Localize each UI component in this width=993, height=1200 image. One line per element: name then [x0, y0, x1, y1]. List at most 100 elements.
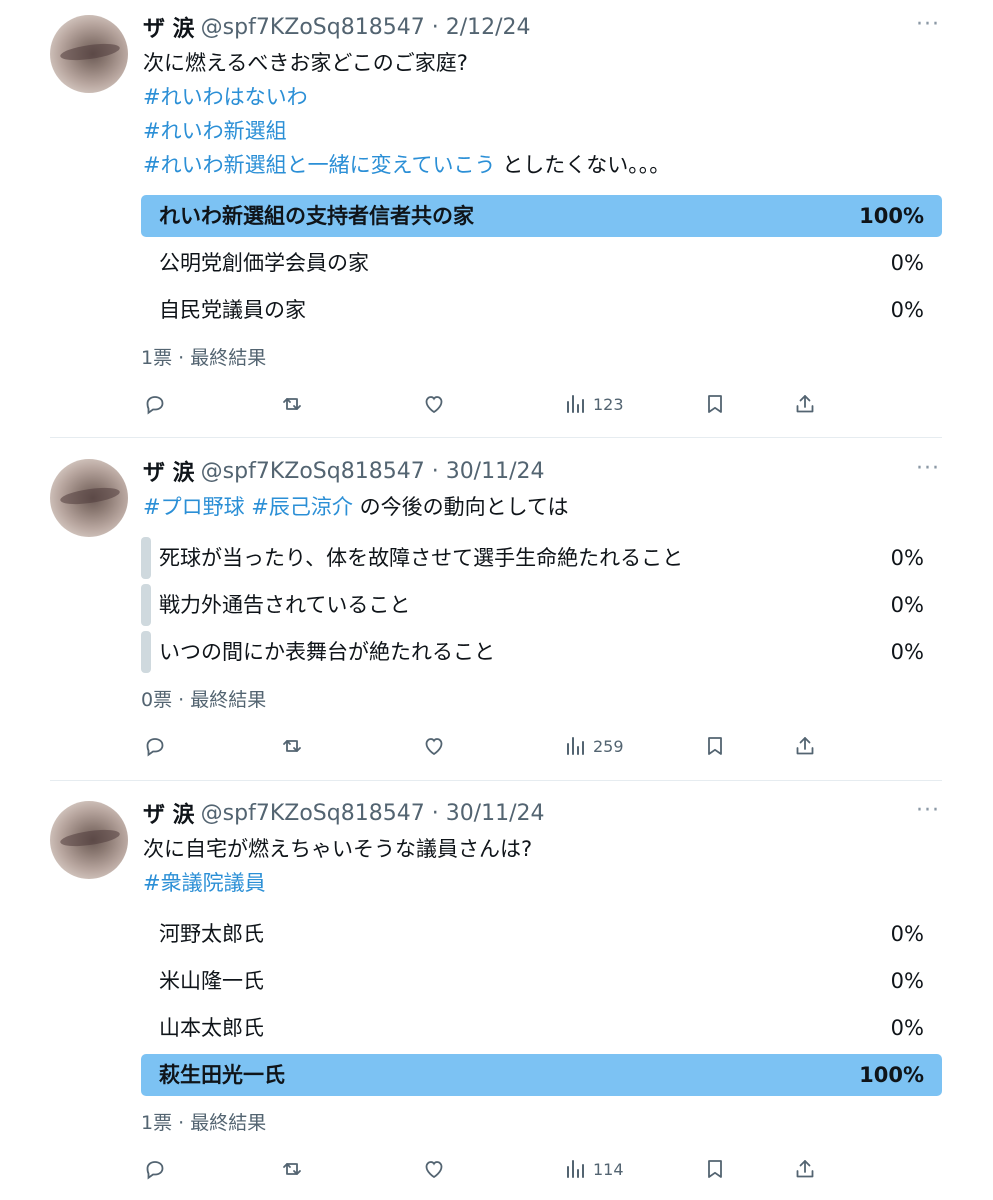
tweet[interactable]: ザ 涙 @spf7KZoSq818547 · 30/11/24 ··· 次に自宅が燃え… [0, 786, 993, 1200]
tweet-text: としたくない。。。 [495, 153, 671, 177]
poll-meta: 0票 · 最終結果 [141, 689, 267, 711]
views-button[interactable]: 114 [563, 1154, 624, 1184]
tweet-header: ザ 涙 @spf7KZoSq818547 · 30/11/24 [143, 455, 545, 487]
like-icon [422, 1157, 446, 1181]
like-button[interactable] [422, 731, 446, 761]
poll-option-bar [141, 537, 151, 579]
share-button[interactable] [793, 731, 817, 761]
poll-option-percent: 0% [890, 922, 924, 946]
author-handle-date[interactable]: @spf7KZoSq818547 · 30/11/24 [201, 801, 545, 826]
views-count: 259 [593, 736, 624, 756]
reply-button[interactable] [143, 1154, 167, 1184]
bookmark-button[interactable] [703, 1154, 727, 1184]
reply-button[interactable] [143, 731, 167, 761]
poll-option: 自民党議員の家 0% [141, 289, 942, 331]
author-name[interactable]: ザ 涙 [143, 797, 195, 829]
like-button[interactable] [422, 389, 446, 419]
like-icon [422, 392, 446, 416]
poll-option: 河野太郎氏 0% [141, 913, 942, 955]
tweet-text-line: #れいわはないわ [143, 82, 308, 112]
retweet-button[interactable] [280, 731, 304, 761]
poll-meta: 1票 · 最終結果 [141, 1112, 267, 1134]
more-options-icon[interactable]: ··· [916, 14, 940, 36]
views-button[interactable]: 123 [563, 389, 624, 419]
poll-option-label: 山本太郎氏 [159, 1016, 264, 1040]
avatar[interactable] [50, 459, 128, 537]
poll-option: 萩生田光一氏 100% [141, 1054, 942, 1096]
views-icon [563, 734, 587, 758]
hashtag-link[interactable]: #辰己涼介 [251, 495, 353, 519]
action-bar: 114 [0, 1154, 993, 1184]
avatar[interactable] [50, 801, 128, 879]
retweet-icon [280, 1157, 304, 1181]
hashtag-link[interactable]: #プロ野球 [143, 495, 245, 519]
action-bar: 123 [0, 389, 993, 419]
reply-icon [143, 1157, 167, 1181]
retweet-button[interactable] [280, 1154, 304, 1184]
poll-option: れいわ新選組の支持者信者共の家 100% [141, 195, 942, 237]
tweet-text-line: #衆議院議員 [143, 868, 266, 898]
like-icon [422, 734, 446, 758]
bookmark-icon [703, 392, 727, 416]
tweet-text-line: 次に自宅が燃えちゃいそうな議員さんは? [143, 834, 532, 864]
tweet[interactable]: ザ 涙 @spf7KZoSq818547 · 2/12/24 ··· 次に燃えるべきお… [0, 0, 993, 438]
poll-option-label: 河野太郎氏 [159, 922, 264, 946]
author-name[interactable]: ザ 涙 [143, 11, 195, 43]
share-button[interactable] [793, 389, 817, 419]
retweet-icon [280, 392, 304, 416]
author-handle-date[interactable]: @spf7KZoSq818547 · 30/11/24 [201, 459, 545, 484]
poll-option: 死球が当ったり、体を故障させて選手生命絶たれること 0% [141, 537, 942, 579]
reply-icon [143, 734, 167, 758]
poll-option-label: 戦力外通告されていること [159, 593, 411, 617]
author-handle-date[interactable]: @spf7KZoSq818547 · 2/12/24 [201, 15, 531, 40]
poll-option-label: れいわ新選組の支持者信者共の家 [159, 204, 474, 228]
poll-option: 米山隆一氏 0% [141, 960, 942, 1002]
more-options-icon[interactable]: ··· [916, 458, 940, 480]
poll-meta: 1票 · 最終結果 [141, 347, 267, 369]
hashtag-link[interactable]: #れいわはないわ [143, 85, 308, 109]
bookmark-button[interactable] [703, 731, 727, 761]
poll-option-label: 米山隆一氏 [159, 969, 264, 993]
views-button[interactable]: 259 [563, 731, 624, 761]
retweet-button[interactable] [280, 389, 304, 419]
tweet-text-line: #れいわ新選組と一緒に変えていこう としたくない。。。 [143, 150, 670, 180]
reply-button[interactable] [143, 389, 167, 419]
hashtag-link[interactable]: #衆議院議員 [143, 871, 266, 895]
bookmark-button[interactable] [703, 389, 727, 419]
tweet-header: ザ 涙 @spf7KZoSq818547 · 2/12/24 [143, 11, 531, 43]
poll-option: いつの間にか表舞台が絶たれること 0% [141, 631, 942, 673]
tweet-text: 次に自宅が燃えちゃいそうな議員さんは? [143, 837, 533, 861]
share-icon [793, 734, 817, 758]
poll-option-percent: 0% [890, 969, 924, 993]
retweet-icon [280, 734, 304, 758]
poll-option-label: 公明党創価学会員の家 [159, 251, 369, 275]
views-count: 123 [593, 394, 624, 414]
more-options-icon[interactable]: ··· [916, 800, 940, 822]
tweet-text: 次に燃えるべきお家どこのご家庭? [143, 51, 468, 75]
hashtag-link[interactable]: #れいわ新選組と一緒に変えていこう [143, 153, 496, 177]
tweet-text: の今後の動向としては [352, 495, 569, 519]
poll-option-percent: 0% [890, 251, 924, 275]
poll-option-bar [141, 631, 151, 673]
share-button[interactable] [793, 1154, 817, 1184]
poll-option-bar [141, 584, 151, 626]
views-icon [563, 392, 587, 416]
poll-option-percent: 0% [890, 1016, 924, 1040]
poll-option-label: 萩生田光一氏 [159, 1063, 285, 1087]
hashtag-link[interactable]: #れいわ新選組 [143, 119, 287, 143]
share-icon [793, 392, 817, 416]
tweet[interactable]: ザ 涙 @spf7KZoSq818547 · 30/11/24 ··· #プロ野球 #… [0, 444, 993, 781]
like-button[interactable] [422, 1154, 446, 1184]
tweet-text-line: 次に燃えるべきお家どこのご家庭? [143, 48, 468, 78]
bookmark-icon [703, 734, 727, 758]
author-name[interactable]: ザ 涙 [143, 455, 195, 487]
poll-option-percent: 0% [890, 298, 924, 322]
avatar[interactable] [50, 15, 128, 93]
tweet-text-line: #プロ野球 #辰己涼介 の今後の動向としては [143, 492, 569, 522]
poll-option-label: 死球が当ったり、体を故障させて選手生命絶たれること [159, 546, 684, 570]
poll-option-percent: 0% [890, 640, 924, 664]
views-count: 114 [593, 1159, 624, 1179]
poll-option: 公明党創価学会員の家 0% [141, 242, 942, 284]
poll-option-label: いつの間にか表舞台が絶たれること [159, 640, 495, 664]
poll-option-percent: 0% [890, 593, 924, 617]
